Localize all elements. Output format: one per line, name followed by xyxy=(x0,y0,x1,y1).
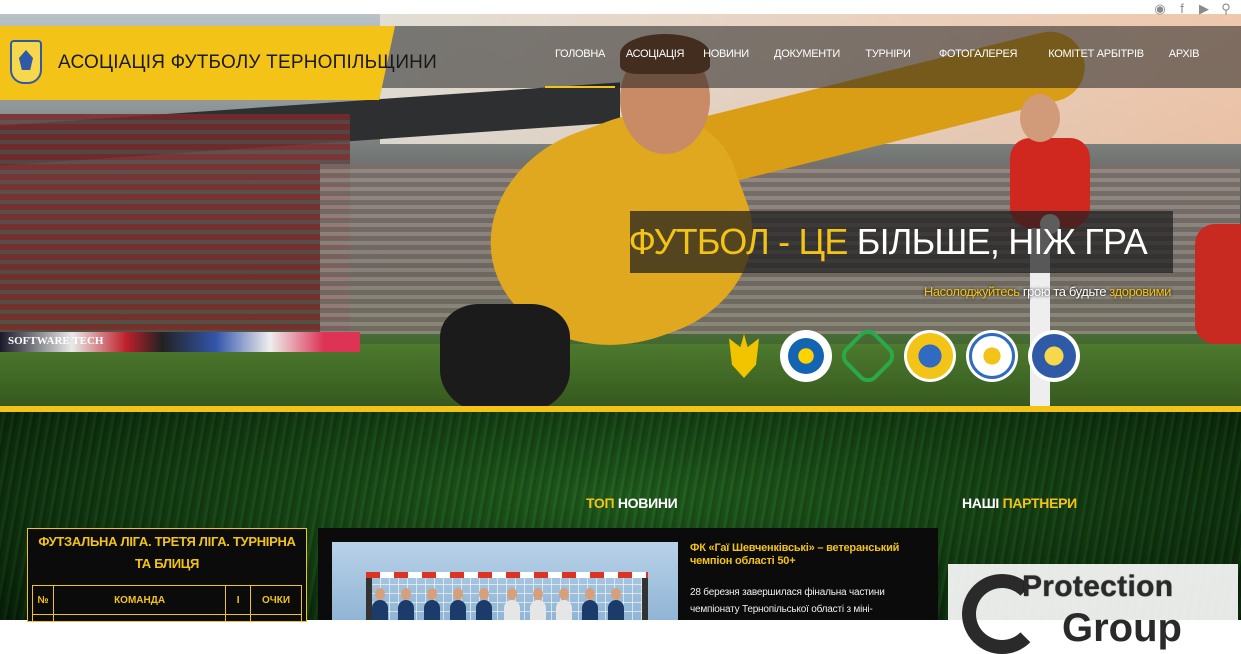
partners-heading: НАШІ ПАРТНЕРИ xyxy=(962,495,1077,511)
top-bar xyxy=(0,0,1241,14)
site-logo[interactable]: АСОЦІАЦІЯ ФУТБОЛУ ТЕРНОПІЛЬЩИНИ xyxy=(0,26,437,100)
slogan-highlight: ФУТБОЛ - ЦЕ xyxy=(628,221,857,262)
uaf-logo-icon[interactable] xyxy=(718,330,770,382)
nav-item-home[interactable]: ГОЛОВНА xyxy=(545,26,615,88)
news-image[interactable] xyxy=(332,542,678,620)
search-icon[interactable]: ⚲ xyxy=(1219,2,1233,16)
news-excerpt: 28 березня завершилася фінальна частини … xyxy=(690,587,885,615)
partner-name: Protection xyxy=(1022,570,1174,603)
goalkeeper-shorts xyxy=(440,304,570,406)
column-header-games: І xyxy=(225,585,252,615)
standings-title[interactable]: ФУТЗАЛЬНА ЛІГА. ТРЕТЯ ЛІГА. ТУРНІРНА ТА … xyxy=(28,529,306,575)
slogan-box: ФУТБОЛ - ЦЕ БІЛЬШЕ, НІЖ ГРА xyxy=(628,211,1173,273)
column-header-number: № xyxy=(32,585,54,615)
referee-logo-icon[interactable] xyxy=(1028,330,1080,382)
team-member xyxy=(424,588,440,620)
team-member xyxy=(398,588,414,620)
partners-heading-text: НАШІ xyxy=(962,495,1003,511)
column-header-points: ОЧКИ xyxy=(250,585,302,615)
standings-panel: ФУТЗАЛЬНА ЛІГА. ТРЕТЯ ЛІГА. ТУРНІРНА ТА … xyxy=(27,528,307,622)
column-header-team: КОМАНДА xyxy=(52,585,227,615)
top-news-heading: ТОП НОВИНИ xyxy=(586,495,678,511)
partner-card[interactable]: Protection Group xyxy=(942,528,1241,654)
table-row xyxy=(32,614,302,621)
news-title[interactable]: ФК «Гаї Шевченківські» – ветеранський че… xyxy=(690,542,920,568)
striker-head xyxy=(1020,94,1060,142)
slogan-text: БІЛЬШЕ, НІЖ ГРА xyxy=(856,221,1148,262)
team-member xyxy=(556,588,572,620)
subslogan-text: грою та будьте xyxy=(1019,284,1110,299)
team-member xyxy=(450,588,466,620)
top-news-heading-highlight: ТОП xyxy=(586,495,615,511)
main-nav: ГОЛОВНА АСОЦІАЦІЯ НОВИНИ ДОКУМЕНТИ ТУРНІ… xyxy=(545,26,1213,88)
partners-heading-highlight: ПАРТНЕРИ xyxy=(1002,495,1078,511)
ad-board-text: SOFTWARE TECH xyxy=(8,335,104,347)
hero-slogan: ФУТБОЛ - ЦЕ БІЛЬШЕ, НІЖ ГРА xyxy=(628,221,1148,263)
team-member xyxy=(530,588,546,620)
nav-item-documents[interactable]: ДОКУМЕНТИ xyxy=(757,26,857,88)
aft-logo-icon[interactable] xyxy=(904,330,956,382)
dufl-logo-icon[interactable] xyxy=(966,330,1018,382)
telegram-icon[interactable]: ◉ xyxy=(1153,2,1167,16)
social-links: ◉ f ▶ ⚲ xyxy=(1153,2,1233,16)
nav-item-association[interactable]: АСОЦІАЦІЯ xyxy=(615,26,695,88)
nav-item-news[interactable]: НОВИНИ xyxy=(695,26,757,88)
player-edge-image xyxy=(1195,224,1241,344)
team-member xyxy=(582,588,598,620)
crest-icon xyxy=(10,40,42,84)
team-member xyxy=(372,588,388,620)
subslogan-highlight-2: здоровими xyxy=(1109,284,1171,299)
top-news-heading-text: НОВИНИ xyxy=(614,495,678,511)
hero-subslogan: Насолоджуйтесь грою та будьте здоровими xyxy=(923,284,1172,299)
news-card[interactable]: ФК «Гаї Шевченківські» – ветеранський че… xyxy=(318,528,938,620)
nav-item-gallery[interactable]: ФОТОГАЛЕРЕЯ xyxy=(919,26,1037,88)
team-member xyxy=(608,588,624,620)
youtube-icon[interactable]: ▶ xyxy=(1197,2,1211,16)
upl-logo-icon[interactable] xyxy=(780,330,832,382)
facebook-icon[interactable]: f xyxy=(1175,2,1189,16)
partner-name-2: Group xyxy=(1062,606,1182,650)
stadium-stand-left xyxy=(0,114,350,344)
team-member xyxy=(504,588,520,620)
nav-item-archive[interactable]: АРХІВ xyxy=(1155,26,1213,88)
goal-crossbar xyxy=(366,572,648,578)
team-member xyxy=(476,588,492,620)
subslogan-highlight-1: Насолоджуйтесь xyxy=(923,284,1020,299)
standings-table: № КОМАНДА І ОЧКИ xyxy=(32,585,302,621)
federation-logos xyxy=(718,324,1084,388)
nav-item-tournaments[interactable]: ТУРНІРИ xyxy=(857,26,919,88)
pfl-logo-icon[interactable] xyxy=(836,324,900,388)
site-title[interactable]: АСОЦІАЦІЯ ФУТБОЛУ ТЕРНОПІЛЬЩИНИ xyxy=(58,52,437,74)
nav-item-referees[interactable]: КОМІТЕТ АРБІТРІВ xyxy=(1037,26,1155,88)
